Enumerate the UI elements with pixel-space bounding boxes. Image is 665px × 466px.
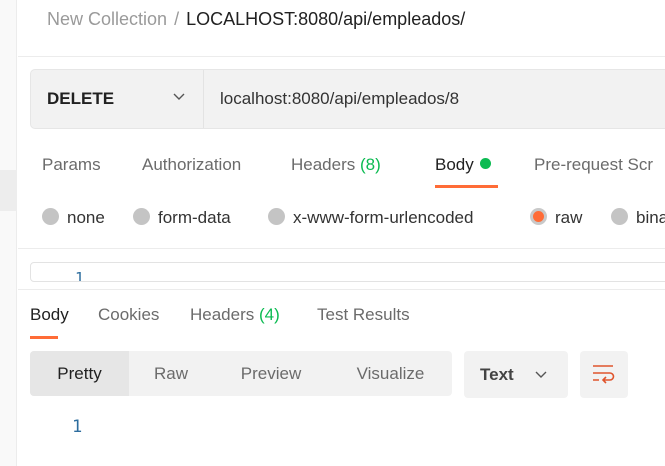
line-number: 1: [72, 417, 83, 437]
wrap-lines-button[interactable]: [580, 351, 628, 398]
tab-label: Authorization: [142, 155, 242, 174]
response-tab-body[interactable]: Body: [30, 304, 69, 326]
wrap-lines-icon: [592, 364, 616, 391]
divider: [203, 70, 204, 128]
response-tab-headers[interactable]: Headers (4): [190, 304, 280, 326]
format-value: Text: [480, 365, 514, 384]
radio-selected-icon: [530, 208, 547, 225]
tab-label: Pre-request Scr: [534, 155, 654, 174]
radio-x-www-form-urlencoded[interactable]: x-www-form-urlencoded: [268, 207, 473, 229]
chevron-down-icon: [534, 367, 548, 386]
tab-label: Body: [435, 155, 474, 174]
radio-label: none: [67, 208, 105, 227]
status-dot-icon: [479, 158, 491, 169]
radio-icon: [611, 208, 628, 225]
sidebar-selected-item[interactable]: [0, 170, 17, 211]
view-mode-group: Pretty Raw Preview Visualize: [30, 351, 452, 396]
format-select[interactable]: Text: [464, 351, 568, 398]
tab-headers[interactable]: Headers (8): [291, 154, 381, 176]
tab-pre-request-script[interactable]: Pre-request Scr: [534, 154, 653, 176]
divider: [18, 56, 665, 57]
view-pretty-button[interactable]: Pretty: [30, 351, 129, 396]
chevron-down-icon[interactable]: [172, 89, 186, 106]
radio-label: bina: [636, 208, 665, 227]
radio-none[interactable]: none: [42, 207, 105, 229]
breadcrumb-collection[interactable]: New Collection: [47, 9, 167, 29]
request-body-editor[interactable]: 1: [30, 262, 665, 282]
radio-label: form-data: [158, 208, 231, 227]
view-raw-button[interactable]: Raw: [129, 351, 213, 396]
active-tab-indicator: [435, 185, 498, 188]
response-tab-test-results[interactable]: Test Results: [317, 304, 410, 326]
sidebar-strip: [0, 0, 17, 466]
url-input[interactable]: localhost:8080/api/empleados/8: [220, 88, 459, 110]
radio-icon: [133, 208, 150, 225]
radio-icon: [268, 208, 285, 225]
line-number: 1: [75, 269, 85, 282]
view-visualize-button[interactable]: Visualize: [329, 351, 452, 396]
radio-binary[interactable]: bina: [611, 207, 665, 229]
tab-label: Headers: [190, 305, 255, 324]
tab-authorization[interactable]: Authorization: [142, 154, 241, 176]
tab-label: Headers: [291, 155, 356, 174]
response-tab-cookies[interactable]: Cookies: [98, 304, 159, 326]
tab-body[interactable]: Body: [435, 154, 491, 176]
method-select[interactable]: DELETE: [47, 88, 114, 110]
tab-label: Params: [42, 155, 101, 174]
radio-icon: [42, 208, 59, 225]
headers-count: (8): [360, 155, 381, 174]
breadcrumb-separator: /: [174, 9, 180, 29]
radio-label: raw: [555, 208, 583, 227]
divider: [18, 289, 665, 290]
radio-form-data[interactable]: form-data: [133, 207, 231, 229]
radio-raw[interactable]: raw: [530, 207, 582, 229]
radio-label: x-www-form-urlencoded: [293, 208, 474, 227]
active-tab-indicator: [30, 336, 58, 339]
breadcrumb: New Collection / LOCALHOST:8080/api/emplea…: [47, 8, 465, 30]
divider: [18, 248, 665, 249]
tab-params[interactable]: Params: [42, 154, 101, 176]
view-preview-button[interactable]: Preview: [213, 351, 329, 396]
headers-count: (4): [259, 305, 280, 324]
breadcrumb-request[interactable]: LOCALHOST:8080/api/empleados/: [186, 9, 465, 29]
